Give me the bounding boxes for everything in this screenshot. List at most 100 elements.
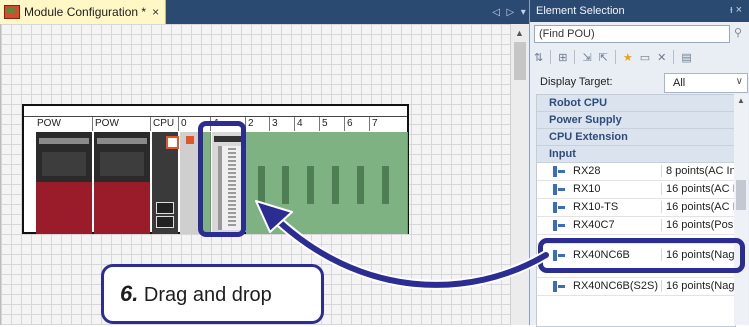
cpu-port: [156, 202, 174, 214]
cpu-module[interactable]: [152, 132, 179, 234]
display-target-row: Display Target: All ∨: [536, 73, 748, 93]
toolbar-separator: [574, 50, 576, 64]
slot-divider: [269, 117, 270, 131]
slot-connector: [357, 166, 364, 204]
slot-connector: [282, 166, 289, 204]
list-item-rx40c7[interactable]: RX40C7 16 points(Positive): [537, 217, 735, 235]
item-name: RX40C7: [573, 219, 615, 231]
toolbar-separator: [550, 50, 552, 64]
slot-label-pow-1: POW: [37, 118, 61, 129]
find-icon[interactable]: ⚲: [734, 26, 742, 39]
sort-icon[interactable]: ⇅: [534, 51, 543, 64]
slot-connector: [332, 166, 339, 204]
element-tree: Robot CPU Power Supply CPU Extension Inp…: [536, 94, 736, 327]
module-face: [100, 152, 144, 176]
module-red-band: [94, 182, 150, 234]
scroll-up-icon[interactable]: ▲: [737, 96, 745, 105]
slot-divider: [319, 117, 320, 131]
item-description: 16 points(Positive): [661, 219, 735, 231]
input-module-icon: [553, 166, 565, 177]
category-power-supply[interactable]: Power Supply: [537, 112, 735, 129]
input-module-icon: [553, 202, 565, 213]
delete-icon[interactable]: ✕: [657, 51, 666, 64]
empty-slot-7[interactable]: [370, 132, 408, 234]
slot-divider: [369, 117, 370, 131]
item-name: RX28: [573, 165, 601, 177]
power-supply-module-1[interactable]: [36, 132, 92, 234]
item-name: RX10-TS: [573, 201, 619, 213]
cpu-port: [156, 216, 174, 228]
slot-divider: [178, 117, 179, 131]
item-name: RX40NC6B(S2S): [573, 280, 658, 292]
expand-icon[interactable]: ⊞: [558, 51, 567, 64]
module-top-strip: [97, 138, 147, 144]
category-input[interactable]: Input: [537, 146, 735, 163]
element-selection-panel: Element Selection ᵻ × (Find POU) ⚲ ⇅ ⊞ ⇲…: [529, 0, 749, 327]
item-name: RX10: [573, 183, 601, 195]
target-slot-highlight: [198, 121, 246, 237]
scroll-right-icon[interactable]: ▷: [506, 7, 514, 18]
item-description: 16 points(AC Input): [661, 183, 735, 195]
document-tab-bar: Module Configuration * × ◁ ▷ ▾: [0, 0, 529, 24]
category-cpu-extension[interactable]: CPU Extension: [537, 129, 735, 146]
slot-divider: [92, 117, 93, 131]
filter-icon[interactable]: ⇲: [582, 51, 591, 64]
slot-connector: [307, 166, 314, 204]
list-item-rx28[interactable]: RX28 8 points(AC Input): [537, 163, 735, 181]
slot-label-4: 4: [297, 118, 303, 129]
tab-navigation: ◁ ▷ ▾: [489, 0, 529, 24]
panel-title-bar: Element Selection ᵻ ×: [530, 0, 749, 22]
slot-label-7: 7: [372, 118, 378, 129]
panel-title: Element Selection: [536, 5, 625, 17]
clear-filter-icon[interactable]: ⇱: [599, 51, 608, 64]
instruction-callout: 6. Drag and drop: [101, 264, 324, 324]
scroll-left-icon[interactable]: ◁: [492, 7, 500, 18]
list-item-rx40nc6b-s2s[interactable]: RX40NC6B(S2S) 16 points(Nagative): [537, 278, 735, 296]
input-module-icon: [553, 184, 565, 195]
cpu-status-indicator: [166, 136, 179, 149]
panel-toolbar: ⇅ ⊞ ⇲ ⇱ ★ ▭ ✕ ▤: [534, 47, 746, 67]
source-row-highlight: [538, 238, 745, 273]
slot-label-3: 3: [272, 118, 278, 129]
scrollbar-thumb[interactable]: [514, 42, 526, 80]
slot-0-module[interactable]: [180, 132, 200, 234]
canvas-vertical-scrollbar[interactable]: ▲: [510, 24, 529, 325]
step-number: 6.: [120, 281, 139, 306]
step-text: Drag and drop: [143, 284, 272, 306]
slot-connector: [258, 166, 265, 204]
slot-label-2: 2: [248, 118, 254, 129]
scrollbar-thumb[interactable]: [736, 180, 746, 210]
module-red-band: [36, 182, 92, 234]
favorite-star-icon[interactable]: ★: [623, 51, 633, 64]
scroll-up-icon[interactable]: ▲: [515, 28, 524, 38]
input-module-icon: [553, 220, 565, 231]
module-indicator: [186, 136, 194, 144]
power-supply-module-2[interactable]: [94, 132, 150, 234]
view-options-icon[interactable]: ▤: [681, 51, 691, 64]
tab-label: Module Configuration *: [24, 5, 147, 19]
list-item-rx10[interactable]: RX10 16 points(AC Input): [537, 181, 735, 199]
module-face: [42, 152, 86, 176]
category-robot-cpu[interactable]: Robot CPU: [537, 95, 735, 112]
display-target-select[interactable]: All ∨: [664, 73, 748, 93]
toolbar-separator: [673, 50, 675, 64]
close-icon[interactable]: ×: [152, 5, 159, 19]
tab-module-configuration[interactable]: Module Configuration * ×: [0, 0, 166, 24]
display-target-label: Display Target:: [540, 76, 613, 88]
list-item-rx10-ts[interactable]: RX10-TS 16 points(AC Input): [537, 199, 735, 217]
find-pou-input[interactable]: (Find POU): [534, 25, 730, 43]
item-description: 16 points(AC Input): [661, 201, 735, 213]
slot-label-pow-2: POW: [95, 118, 119, 129]
slot-connector: [382, 166, 389, 204]
pin-close-icons[interactable]: ᵻ ×: [730, 4, 742, 16]
slot-divider: [344, 117, 345, 131]
rack-header-divider: [24, 116, 407, 117]
slot-label-5: 5: [322, 118, 328, 129]
module-top-strip: [39, 138, 89, 144]
display-target-value: All: [673, 77, 686, 89]
tab-list-icon[interactable]: ▾: [521, 7, 526, 18]
slot-divider: [150, 117, 151, 131]
item-description: 8 points(AC Input): [661, 165, 735, 177]
tree-vertical-scrollbar[interactable]: ▲: [734, 94, 748, 325]
folder-icon[interactable]: ▭: [640, 51, 650, 64]
